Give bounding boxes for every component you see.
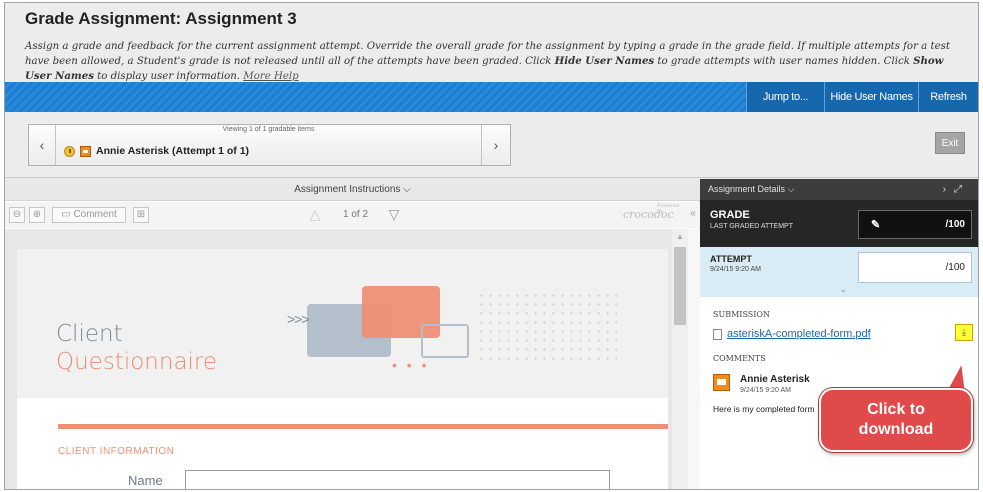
callout-line1: Click to [867, 401, 925, 418]
download-callout: Click to download [819, 388, 973, 452]
callout-line2: download [858, 421, 934, 438]
